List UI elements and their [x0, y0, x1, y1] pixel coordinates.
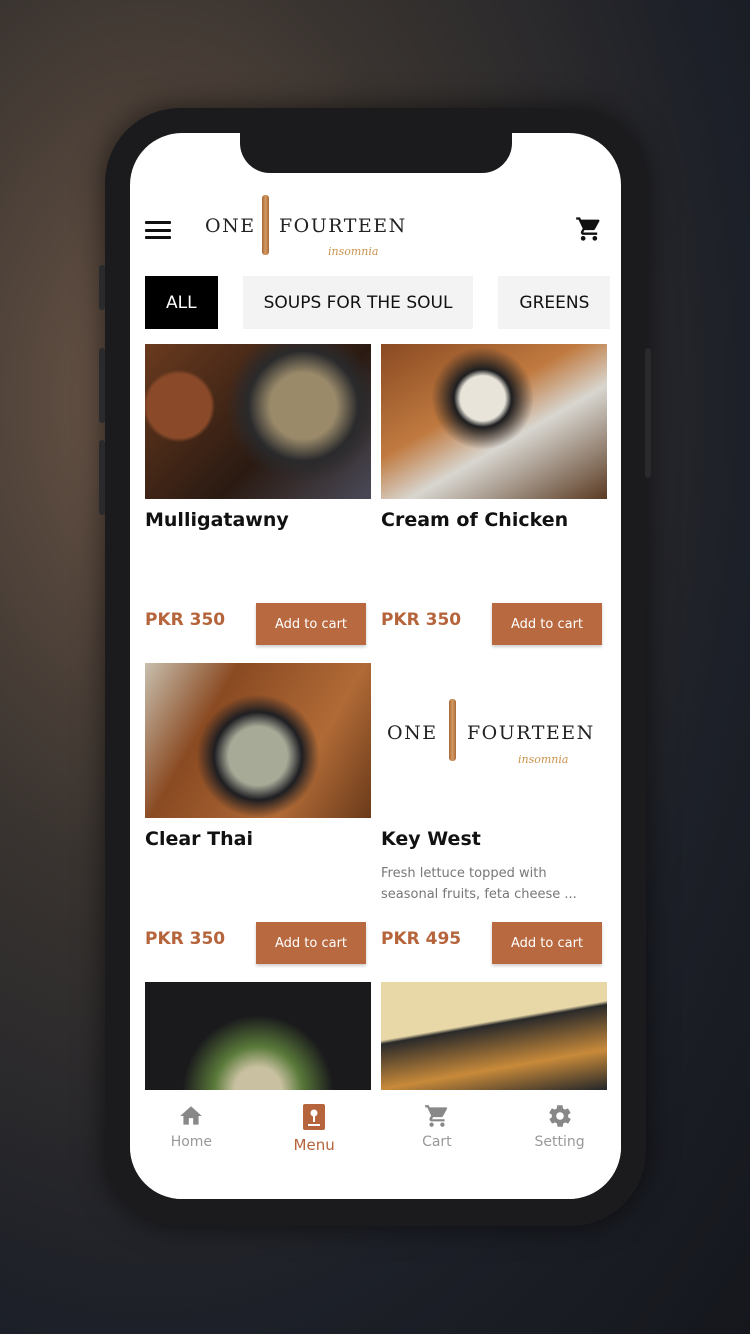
- menu-item-card[interactable]: Clear Thai PKR 350 Add to cart: [145, 663, 371, 964]
- brand-logo: ONE FOURTEEN insomnia: [205, 193, 405, 268]
- nav-label: Home: [170, 1134, 213, 1150]
- add-to-cart-button[interactable]: Add to cart: [492, 922, 602, 964]
- add-to-cart-button[interactable]: Add to cart: [492, 603, 602, 645]
- nav-setting[interactable]: Setting: [498, 1090, 621, 1199]
- tab-all[interactable]: ALL: [145, 276, 218, 329]
- nav-home[interactable]: Home: [130, 1090, 253, 1199]
- phone-side-button: [99, 440, 105, 515]
- item-price: PKR 350: [381, 610, 462, 630]
- hamburger-menu-icon[interactable]: [145, 221, 171, 239]
- placeholder-logo-image: ONE FOURTEEN insomnia: [381, 663, 607, 818]
- phone-side-button: [99, 265, 105, 310]
- nav-label: Menu: [293, 1136, 335, 1154]
- notch: [240, 133, 512, 173]
- food-image: [381, 344, 607, 499]
- item-name: Key West: [381, 828, 481, 850]
- logo-text: FOURTEEN: [279, 215, 407, 237]
- add-to-cart-button[interactable]: Add to cart: [256, 603, 366, 645]
- nav-cart[interactable]: Cart: [376, 1090, 499, 1199]
- menu-item-card[interactable]: ONE FOURTEEN insomnia Key West Fresh let…: [381, 663, 607, 964]
- tab-soups[interactable]: SOUPS FOR THE SOUL: [242, 276, 474, 329]
- menu-item-card[interactable]: Cream of Chicken PKR 350 Add to cart: [381, 344, 607, 645]
- gear-icon: [548, 1105, 571, 1127]
- add-to-cart-button[interactable]: Add to cart: [256, 922, 366, 964]
- phone-side-button: [99, 348, 105, 423]
- item-name: Mulligatawny: [145, 509, 289, 531]
- cart-icon[interactable]: [575, 215, 603, 243]
- home-icon: [180, 1106, 203, 1125]
- food-image: [145, 663, 371, 818]
- item-name: Clear Thai: [145, 828, 253, 850]
- menu-book-icon: [303, 1104, 326, 1130]
- item-description: Fresh lettuce topped with seasonal fruit…: [381, 866, 577, 902]
- phone-side-button: [645, 348, 651, 478]
- nav-label: Cart: [422, 1134, 452, 1150]
- bottom-nav: Home Menu Cart Setting: [130, 1090, 621, 1199]
- cart-icon: [424, 1105, 448, 1127]
- item-price: PKR 495: [381, 929, 462, 949]
- item-price: PKR 350: [145, 929, 226, 949]
- menu-item-card[interactable]: Mulligatawny PKR 350 Add to cart: [145, 344, 371, 645]
- app-screen: ONE FOURTEEN insomnia ALL SOUPS FOR THE …: [130, 133, 621, 1199]
- tab-greens[interactable]: GREENS: [498, 276, 611, 329]
- category-tabs: ALL SOUPS FOR THE SOUL GREENS: [145, 276, 611, 329]
- rolling-pin-icon: [262, 195, 269, 255]
- food-image: [145, 344, 371, 499]
- logo-text: ONE: [205, 215, 256, 237]
- nav-label: Setting: [534, 1134, 585, 1150]
- item-price: PKR 350: [145, 610, 226, 630]
- item-name: Cream of Chicken: [381, 509, 569, 531]
- logo-subtext: insomnia: [328, 245, 379, 258]
- nav-menu[interactable]: Menu: [253, 1090, 376, 1199]
